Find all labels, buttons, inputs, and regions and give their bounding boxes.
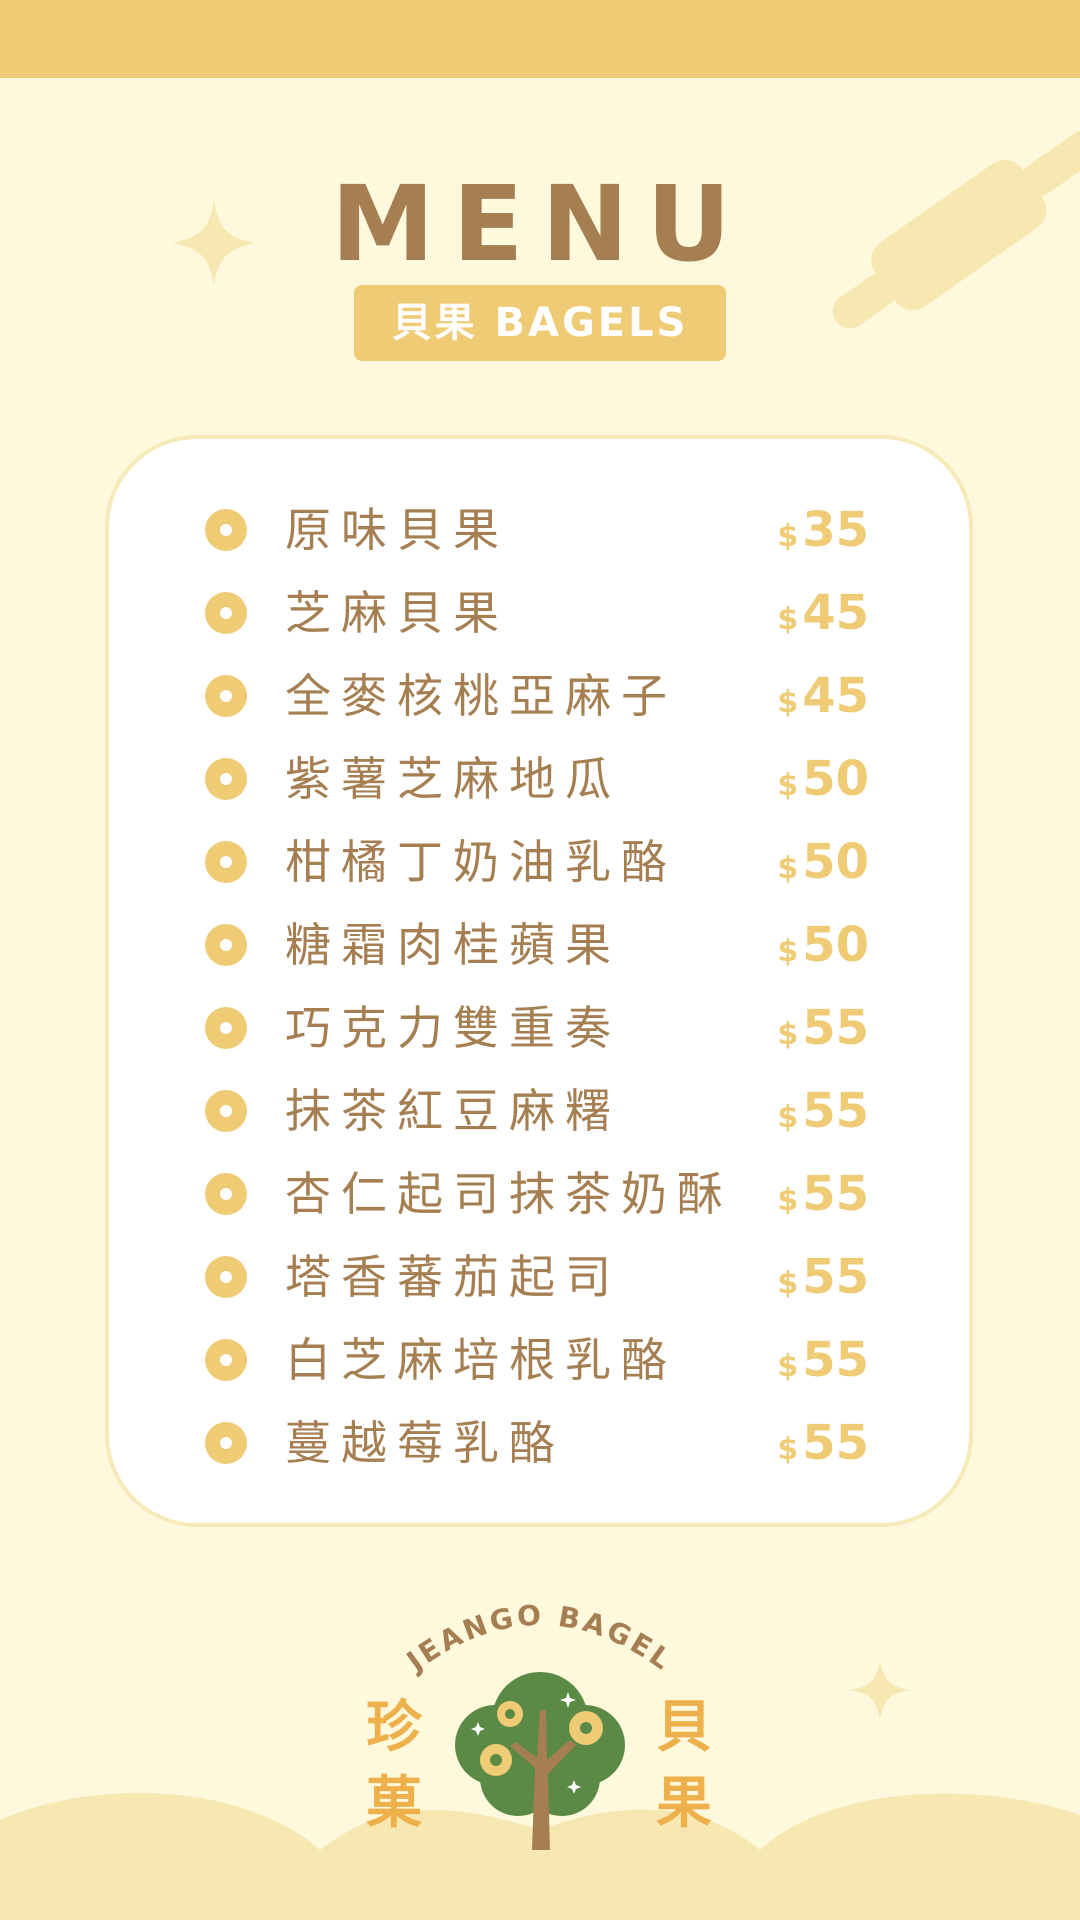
- bagel-bullet-icon: [205, 841, 247, 883]
- menu-item: 糖霜肉桂蘋果 $50: [109, 910, 969, 980]
- brand-char: 珍: [366, 1695, 422, 1760]
- item-name: 原味貝果: [285, 503, 509, 557]
- item-name: 杏仁起司抹茶奶酥: [285, 1167, 733, 1221]
- brand-char: 菓: [366, 1771, 422, 1836]
- currency-symbol: $: [777, 1017, 799, 1052]
- item-price: $55: [777, 1414, 869, 1483]
- item-name: 紫薯芝麻地瓜: [285, 752, 621, 806]
- item-price: $55: [777, 1082, 869, 1151]
- menu-item: 抹茶紅豆麻糬 $55: [109, 1076, 969, 1146]
- menu-item: 原味貝果 $35: [109, 495, 969, 565]
- item-price: $45: [777, 667, 869, 736]
- item-name: 蔓越莓乳酪: [285, 1416, 565, 1470]
- bagel-bullet-icon: [205, 509, 247, 551]
- price-value: 55: [802, 1415, 869, 1471]
- bagel-bullet-icon: [205, 592, 247, 634]
- subtitle-badge: 貝果 BAGELS: [354, 285, 726, 361]
- menu-item: 紫薯芝麻地瓜 $50: [109, 744, 969, 814]
- currency-symbol: $: [777, 602, 799, 637]
- bagel-bullet-icon: [205, 1422, 247, 1464]
- currency-symbol: $: [777, 934, 799, 969]
- bagel-bullet-icon: [205, 675, 247, 717]
- menu-item: 柑橘丁奶油乳酪 $50: [109, 827, 969, 897]
- bagel-bullet-icon: [205, 1090, 247, 1132]
- page-title: MENU: [330, 163, 750, 285]
- brand-char: 貝: [656, 1695, 712, 1760]
- brand-char: 果: [656, 1771, 712, 1836]
- menu-item: 蔓越莓乳酪 $55: [109, 1408, 969, 1478]
- currency-symbol: $: [777, 1183, 799, 1218]
- item-price: $55: [777, 1165, 869, 1234]
- menu-item: 巧克力雙重奏 $55: [109, 993, 969, 1063]
- item-price: $35: [777, 501, 869, 570]
- bagel-bullet-icon: [205, 1339, 247, 1381]
- item-name: 白芝麻培根乳酪: [285, 1333, 677, 1387]
- price-value: 55: [802, 1332, 869, 1388]
- item-name: 抹茶紅豆麻糬: [285, 1084, 621, 1138]
- bagel-tree-icon: [455, 1672, 625, 1850]
- item-name: 芝麻貝果: [285, 586, 509, 640]
- currency-symbol: $: [777, 519, 799, 554]
- currency-symbol: $: [777, 685, 799, 720]
- bagel-bullet-icon: [205, 924, 247, 966]
- menu-item: 芝麻貝果 $45: [109, 578, 969, 648]
- item-price: $55: [777, 1331, 869, 1400]
- item-price: $55: [777, 999, 869, 1068]
- price-value: 55: [802, 1249, 869, 1305]
- bagel-bullet-icon: [205, 1007, 247, 1049]
- price-value: 45: [802, 668, 869, 724]
- price-value: 50: [802, 834, 869, 890]
- currency-symbol: $: [777, 851, 799, 886]
- bagel-bullet-icon: [205, 1173, 247, 1215]
- menu-item: 全麥核桃亞麻子 $45: [109, 661, 969, 731]
- price-value: 55: [802, 1000, 869, 1056]
- menu-item: 白芝麻培根乳酪 $55: [109, 1325, 969, 1395]
- item-price: $50: [777, 916, 869, 985]
- currency-symbol: $: [777, 768, 799, 803]
- top-band: [0, 0, 1080, 78]
- menu-card: 原味貝果 $35 芝麻貝果 $45 全麥核桃亞麻子 $45 紫薯芝麻地瓜 $50…: [105, 435, 973, 1527]
- sparkle-icon: [850, 1660, 910, 1720]
- price-value: 50: [802, 917, 869, 973]
- item-name: 柑橘丁奶油乳酪: [285, 835, 677, 889]
- item-price: $55: [777, 1248, 869, 1317]
- currency-symbol: $: [777, 1100, 799, 1135]
- price-value: 50: [802, 751, 869, 807]
- item-price: $50: [777, 750, 869, 819]
- price-value: 45: [802, 585, 869, 641]
- item-price: $45: [777, 584, 869, 653]
- price-value: 55: [802, 1166, 869, 1222]
- item-name: 塔香蕃茄起司: [285, 1250, 621, 1304]
- item-name: 糖霜肉桂蘋果: [285, 918, 621, 972]
- item-price: $50: [777, 833, 869, 902]
- currency-symbol: $: [777, 1349, 799, 1384]
- price-value: 55: [802, 1083, 869, 1139]
- menu-item: 杏仁起司抹茶奶酥 $55: [109, 1159, 969, 1229]
- bagel-bullet-icon: [205, 1256, 247, 1298]
- currency-symbol: $: [777, 1432, 799, 1467]
- bagel-bullet-icon: [205, 758, 247, 800]
- price-value: 35: [802, 502, 869, 558]
- menu-item: 塔香蕃茄起司 $55: [109, 1242, 969, 1312]
- currency-symbol: $: [777, 1266, 799, 1301]
- item-name: 全麥核桃亞麻子: [285, 669, 677, 723]
- item-name: 巧克力雙重奏: [285, 1001, 621, 1055]
